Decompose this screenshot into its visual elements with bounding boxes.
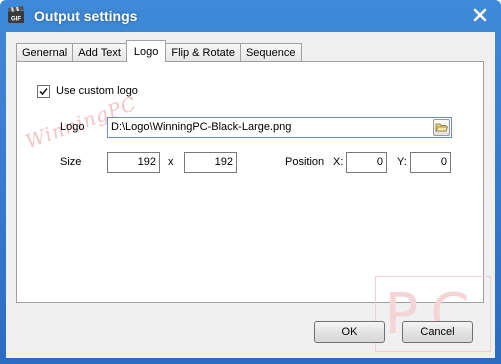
use-custom-logo-label: Use custom logo bbox=[56, 85, 138, 97]
dialog-client-area: Genernal Add Text Logo Flip & Rotate Seq… bbox=[6, 32, 495, 358]
title-bar[interactable]: GIF Output settings bbox=[0, 0, 501, 32]
svg-text:GIF: GIF bbox=[11, 17, 21, 23]
logo-path-value: D:\Logo\WinningPC-Black-Large.png bbox=[111, 121, 292, 133]
logo-height-input[interactable]: 192 bbox=[184, 152, 237, 173]
size-label: Size bbox=[60, 156, 82, 168]
clapperboard-gif-icon: GIF bbox=[6, 5, 26, 25]
close-icon[interactable] bbox=[471, 6, 489, 24]
position-label: Position bbox=[285, 156, 325, 168]
logo-label: Logo bbox=[60, 121, 85, 133]
folder-open-icon[interactable] bbox=[433, 119, 450, 136]
tab-general[interactable]: Genernal bbox=[16, 43, 74, 62]
tab-logo[interactable]: Logo bbox=[125, 40, 167, 62]
tab-strip: Genernal Add Text Logo Flip & Rotate Seq… bbox=[16, 40, 302, 62]
tab-sequence[interactable]: Sequence bbox=[239, 43, 302, 62]
cancel-button[interactable]: Cancel bbox=[402, 321, 473, 343]
position-y-input[interactable]: 0 bbox=[410, 152, 451, 173]
position-y-label: Y: bbox=[397, 156, 407, 168]
logo-path-field[interactable]: D:\Logo\WinningPC-Black-Large.png bbox=[107, 117, 452, 138]
tab-add-text[interactable]: Add Text bbox=[72, 43, 127, 62]
use-custom-logo-checkbox[interactable] bbox=[37, 85, 50, 98]
logo-width-input[interactable]: 192 bbox=[107, 152, 160, 173]
window-title: Output settings bbox=[34, 8, 138, 24]
output-settings-window: GIF Output settings Genernal Add Text Lo… bbox=[0, 0, 501, 364]
position-x-input[interactable]: 0 bbox=[346, 152, 387, 173]
logo-tab-panel: WinningPC Use custom logo Logo D:\Logo\W… bbox=[16, 61, 484, 303]
size-separator: x bbox=[168, 156, 174, 168]
ok-button[interactable]: OK bbox=[314, 321, 385, 343]
position-x-label: X: bbox=[333, 156, 344, 168]
tab-flip-rotate[interactable]: Flip & Rotate bbox=[165, 43, 241, 62]
